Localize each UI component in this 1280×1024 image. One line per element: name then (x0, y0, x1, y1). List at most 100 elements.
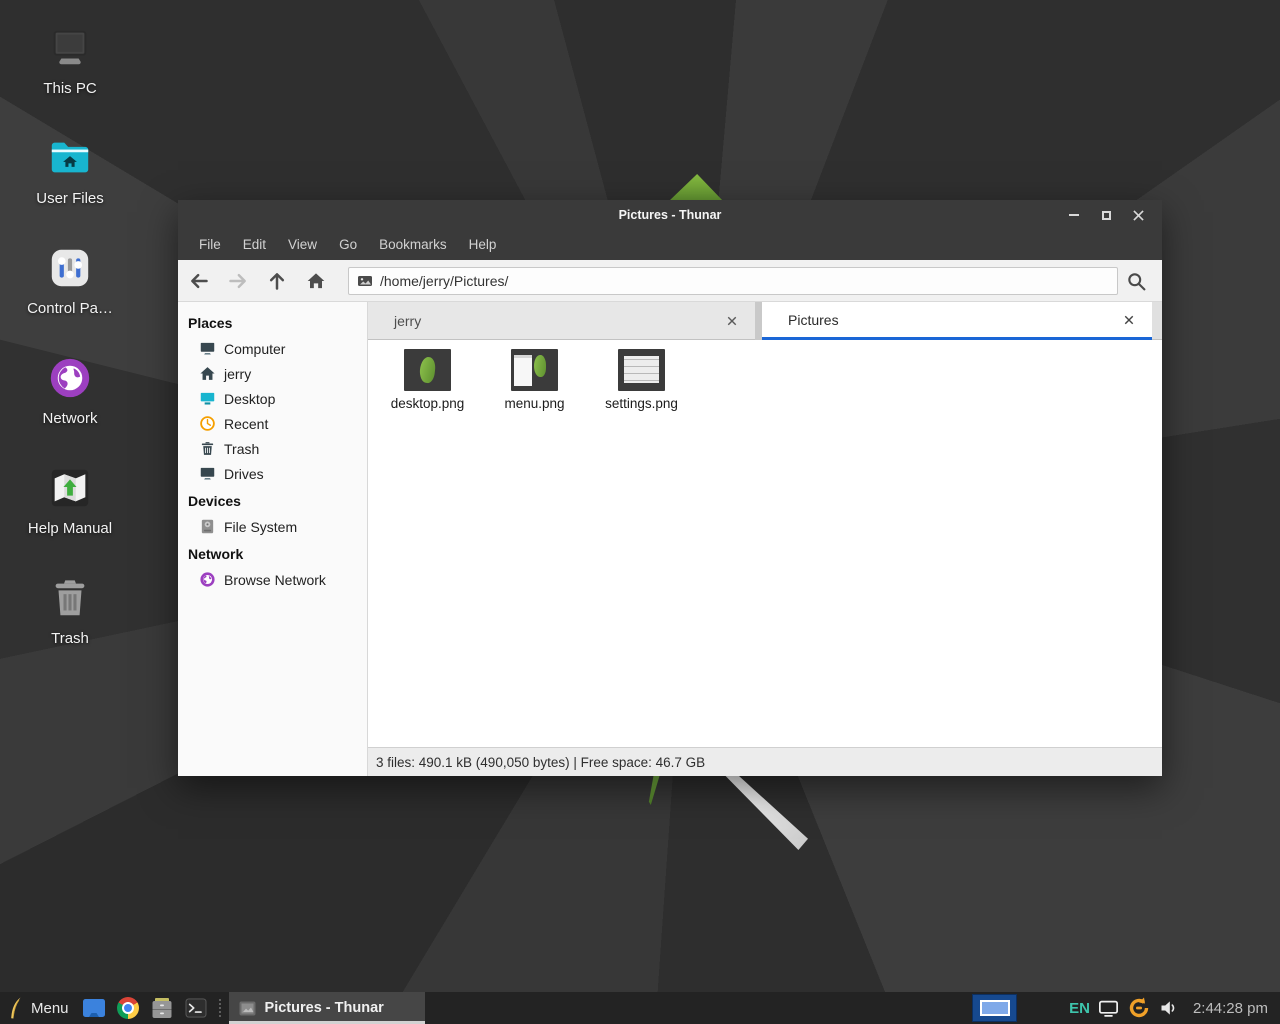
home-button[interactable] (298, 264, 334, 298)
desktop-icon-help-manual[interactable]: Help Manual (0, 464, 140, 564)
update-icon[interactable] (1127, 996, 1151, 1020)
workspace-switcher[interactable] (972, 994, 1017, 1022)
tab-label: Pictures (788, 312, 1120, 328)
file-cabinet-icon (150, 997, 174, 1019)
menu-help[interactable]: Help (458, 230, 508, 260)
drives-icon (199, 465, 216, 482)
tab-jerry[interactable]: jerry (368, 302, 755, 340)
file-name: settings.png (605, 396, 678, 411)
sidebar-item-label: Trash (224, 441, 259, 457)
home-icon (199, 365, 216, 382)
titlebar[interactable]: Pictures - Thunar (178, 200, 1162, 230)
menu-edit[interactable]: Edit (232, 230, 277, 260)
display-icon[interactable] (1098, 999, 1119, 1018)
menu-bookmarks[interactable]: Bookmarks (368, 230, 458, 260)
search-button[interactable] (1118, 264, 1154, 298)
menu-go[interactable]: Go (328, 230, 368, 260)
keyboard-layout-indicator[interactable]: EN (1069, 1000, 1090, 1017)
minimize-icon (1069, 214, 1079, 216)
desktop-icon-trash[interactable]: Trash (0, 574, 140, 674)
back-icon (189, 271, 209, 291)
workspace-1[interactable] (980, 1000, 1010, 1016)
toolbar: /home/jerry/Pictures/ (178, 260, 1162, 302)
feather-logo-icon (8, 996, 24, 1020)
desktop-icon-control-panel[interactable]: Control Pa… (0, 244, 140, 344)
menu-view[interactable]: View (277, 230, 328, 260)
sidebar-item-trash[interactable]: Trash (178, 436, 367, 461)
back-button[interactable] (181, 264, 217, 298)
file-desktop-png[interactable]: desktop.png (380, 349, 475, 411)
window-title: Pictures - Thunar (178, 208, 1162, 222)
filesystem-drive-icon (199, 518, 216, 535)
sidebar-item-drives[interactable]: Drives (178, 461, 367, 486)
close-icon (1124, 315, 1134, 325)
menu-file[interactable]: File (188, 230, 232, 260)
status-bar: 3 files: 490.1 kB (490,050 bytes) | Free… (368, 747, 1162, 776)
menubar: File Edit View Go Bookmarks Help (178, 230, 1162, 260)
close-icon (727, 316, 737, 326)
sidebar-item-browse-network[interactable]: Browse Network (178, 567, 367, 592)
taskbar-window-label: Pictures - Thunar (265, 1000, 384, 1016)
file-settings-png[interactable]: settings.png (594, 349, 689, 411)
sidebar: Places Computer jerry Desktop Recent Tra… (178, 302, 368, 776)
desktop-icon-label: Trash (51, 630, 89, 647)
search-icon (1126, 271, 1147, 292)
desktop-icon-label: Help Manual (28, 520, 112, 537)
desktop-icon-user-files[interactable]: User Files (0, 134, 140, 234)
launcher-chrome[interactable] (113, 992, 143, 1024)
desktop-icon-this-pc[interactable]: This PC (0, 24, 140, 124)
window-controls (1058, 200, 1154, 230)
thunar-icon (239, 1001, 256, 1016)
computer-icon (199, 340, 216, 357)
blue-folder-icon (82, 998, 106, 1018)
sidebar-item-recent[interactable]: Recent (178, 411, 367, 436)
forward-icon (228, 271, 248, 291)
tab-close-button[interactable] (1120, 311, 1138, 329)
image-thumbnail (618, 349, 665, 391)
sidebar-item-label: Browse Network (224, 572, 326, 588)
sidebar-item-label: jerry (224, 366, 251, 382)
desktop: This PC User Files Control Pa… Network H… (0, 0, 1280, 1024)
file-name: menu.png (504, 396, 564, 411)
path-text: /home/jerry/Pictures/ (380, 273, 508, 289)
panel-handle[interactable] (219, 999, 225, 1017)
maximize-button[interactable] (1090, 200, 1122, 230)
sidebar-item-desktop[interactable]: Desktop (178, 386, 367, 411)
sidebar-item-label: Recent (224, 416, 268, 432)
trash-icon (46, 574, 94, 622)
file-list[interactable]: desktop.png menu.png settings.png (368, 340, 1162, 747)
menu-button-label: Menu (31, 1000, 69, 1017)
picture-location-icon (357, 273, 373, 289)
maximize-icon (1102, 211, 1111, 220)
sidebar-item-computer[interactable]: Computer (178, 336, 367, 361)
sidebar-item-jerry[interactable]: jerry (178, 361, 367, 386)
sidebar-item-file-system[interactable]: File System (178, 514, 367, 539)
taskbar-left: Menu Pictures - Thunar (0, 992, 425, 1024)
forward-button[interactable] (220, 264, 256, 298)
file-name: desktop.png (391, 396, 465, 411)
terminal-icon (185, 998, 207, 1018)
network-globe-icon (46, 354, 94, 402)
desktop-icon-network[interactable]: Network (0, 354, 140, 454)
chrome-browser-icon (117, 997, 139, 1019)
wallpaper-green-sliver (646, 773, 662, 805)
tab-pictures[interactable]: Pictures (762, 302, 1152, 340)
launcher-file-manager[interactable] (79, 992, 109, 1024)
sidebar-item-label: Desktop (224, 391, 275, 407)
launcher-file-cabinet[interactable] (147, 992, 177, 1024)
tab-close-button[interactable] (723, 312, 741, 330)
clock[interactable]: 2:44:28 pm (1187, 1000, 1274, 1017)
close-button[interactable] (1122, 200, 1154, 230)
launcher-terminal[interactable] (181, 992, 211, 1024)
up-button[interactable] (259, 264, 295, 298)
menu-button[interactable]: Menu (0, 992, 77, 1024)
file-menu-png[interactable]: menu.png (487, 349, 582, 411)
desktop-icon-label: User Files (36, 190, 104, 207)
taskbar-window-button[interactable]: Pictures - Thunar (229, 992, 425, 1024)
desktop-icon-label: This PC (43, 80, 96, 97)
volume-icon[interactable] (1159, 998, 1179, 1018)
trash-icon (199, 440, 216, 457)
path-bar[interactable]: /home/jerry/Pictures/ (348, 267, 1118, 295)
minimize-button[interactable] (1058, 200, 1090, 230)
computer-icon (46, 24, 94, 72)
